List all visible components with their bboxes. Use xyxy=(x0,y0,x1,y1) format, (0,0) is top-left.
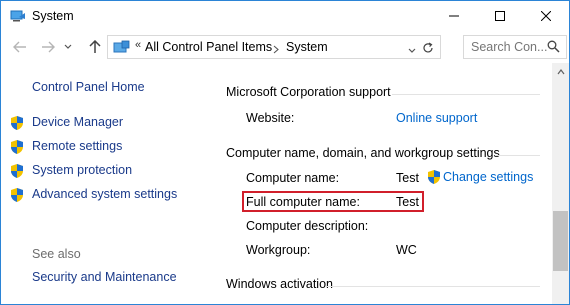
breadcrumb-chevron-icon[interactable] xyxy=(273,43,279,57)
computer-section-title: Computer name, domain, and workgroup set… xyxy=(226,146,500,160)
close-icon xyxy=(541,11,551,21)
breadcrumb-all-control-panel-items[interactable]: All Control Panel Items xyxy=(145,40,272,54)
minimize-icon xyxy=(449,15,459,17)
arrow-up-icon xyxy=(89,40,101,53)
full-computer-name-value: Test xyxy=(396,195,419,209)
control-panel-home-link[interactable]: Control Panel Home xyxy=(32,80,145,94)
chevron-down-icon xyxy=(408,48,416,53)
computer-name-label: Computer name: xyxy=(246,171,340,185)
uac-shield-icon xyxy=(426,169,442,185)
sidebar-item-device-manager[interactable]: Device Manager xyxy=(9,114,204,132)
scroll-thumb[interactable] xyxy=(553,211,568,271)
computer-name-value: Test xyxy=(396,171,419,185)
change-settings-label: Change settings xyxy=(443,170,534,184)
maximize-button[interactable] xyxy=(477,1,523,31)
system-icon xyxy=(10,8,26,24)
section-divider xyxy=(392,94,540,95)
see-also-heading: See also xyxy=(32,247,81,261)
section-divider xyxy=(496,155,540,156)
address-bar[interactable]: « All Control Panel Items System xyxy=(107,35,441,59)
window-title: System xyxy=(32,9,74,23)
online-support-link[interactable]: Online support xyxy=(396,111,477,125)
section-divider xyxy=(326,286,540,287)
sidebar-item-label: Remote settings xyxy=(32,139,123,153)
main-content: Microsoft Corporation support Website: O… xyxy=(206,63,551,304)
uac-shield-icon xyxy=(9,187,25,203)
uac-shield-icon xyxy=(9,115,25,131)
address-dropdown-button[interactable] xyxy=(408,43,416,57)
refresh-icon xyxy=(423,42,433,53)
close-button[interactable] xyxy=(523,1,569,31)
support-section-title: Microsoft Corporation support xyxy=(226,85,391,99)
maximize-icon xyxy=(495,11,505,21)
refresh-button[interactable] xyxy=(419,39,437,57)
up-button[interactable] xyxy=(84,37,106,57)
forward-button[interactable] xyxy=(37,37,59,57)
vertical-scrollbar[interactable] xyxy=(552,63,569,304)
recent-locations-button[interactable] xyxy=(61,37,75,57)
sidebar-item-system-protection[interactable]: System protection xyxy=(9,162,204,180)
sidebar-item-label: System protection xyxy=(32,163,133,177)
sidebar-item-advanced-system-settings[interactable]: Advanced system settings xyxy=(9,186,204,204)
workgroup-label: Workgroup: xyxy=(246,243,311,257)
overflow-crumb-icon[interactable]: « xyxy=(135,39,141,51)
chevron-down-icon xyxy=(64,44,72,49)
scroll-up-button[interactable] xyxy=(552,63,569,80)
search-box[interactable]: Search Con... xyxy=(463,35,567,59)
arrow-right-icon xyxy=(42,41,55,53)
back-button[interactable] xyxy=(9,37,31,57)
arrow-left-icon xyxy=(13,41,26,53)
breadcrumb-system[interactable]: System xyxy=(286,40,328,54)
computer-description-label: Computer description: xyxy=(246,219,369,233)
website-label: Website: xyxy=(246,111,295,125)
activation-section-title: Windows activation xyxy=(226,277,333,291)
minimize-button[interactable] xyxy=(431,1,477,31)
full-computer-name-label: Full computer name: xyxy=(246,195,360,209)
uac-shield-icon xyxy=(9,163,25,179)
navigation-bar: « All Control Panel Items System Search … xyxy=(1,31,569,63)
chevron-up-icon xyxy=(557,68,564,74)
sidebar-item-remote-settings[interactable]: Remote settings xyxy=(9,138,204,156)
uac-shield-icon xyxy=(9,139,25,155)
sidebar-item-label: Device Manager xyxy=(32,115,124,129)
search-icon[interactable] xyxy=(547,40,560,56)
sidebar: Control Panel Home Device Manager Remote… xyxy=(1,63,206,304)
title-bar[interactable]: System xyxy=(1,1,569,31)
sidebar-item-label: Advanced system settings xyxy=(32,187,178,201)
system-window: System « All Control Panel Items System … xyxy=(0,0,570,305)
search-placeholder: Search Con... xyxy=(471,40,548,54)
workgroup-value: WC xyxy=(396,243,417,257)
control-panel-icon xyxy=(113,39,131,55)
security-and-maintenance-link[interactable]: Security and Maintenance xyxy=(32,270,177,284)
